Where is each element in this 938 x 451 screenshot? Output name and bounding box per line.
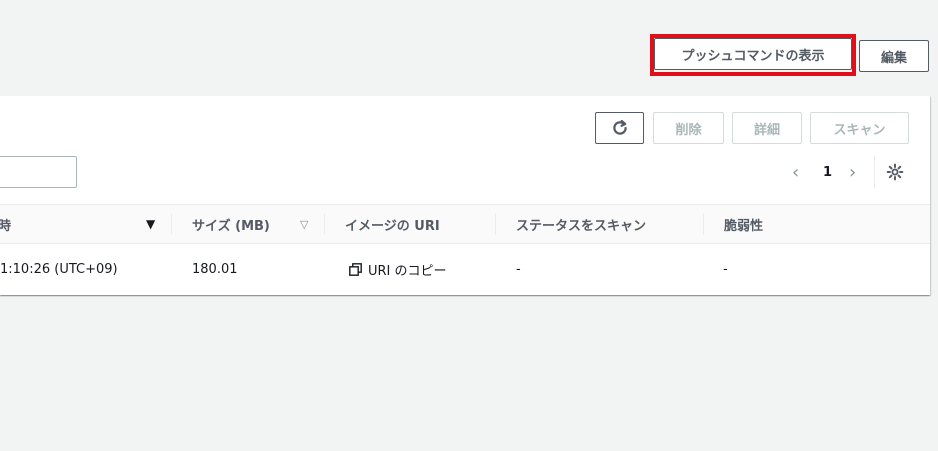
table-row: 1:10:26 (UTC+09) 180.01 URI のコピー - - [0,244,930,295]
delete-button[interactable]: 削除 [653,112,724,144]
edit-button[interactable]: 編集 [859,40,929,72]
pagination-divider [874,156,875,188]
column-divider [171,214,172,235]
cell-pushed-at: 1:10:26 (UTC+09) [0,262,118,277]
column-divider [324,214,325,235]
cell-size: 180.01 [192,262,238,277]
cell-image-uri: URI のコピー [349,244,447,295]
highlight-frame [650,34,856,76]
details-button[interactable]: 詳細 [732,112,802,144]
cell-vulnerabilities: - [723,262,728,277]
refresh-button[interactable] [595,112,644,144]
column-vulnerabilities[interactable]: 脆弱性 [724,205,763,243]
sort-icon[interactable]: ▽ [300,205,308,243]
scan-button[interactable]: スキャン [810,112,909,144]
images-panel: 削除 詳細 スキャン ‹ 1 › 時 ▼ サイズ (MB) ▽ イメージの UR… [0,96,930,295]
copy-icon [349,263,362,276]
copy-uri-link[interactable]: URI のコピー [349,260,447,279]
chevron-left-icon[interactable]: ‹ [792,162,799,183]
column-divider [703,214,704,235]
search-input[interactable] [0,156,77,188]
column-divider [495,214,496,235]
table-header: 時 ▼ サイズ (MB) ▽ イメージの URI ステータスをスキャン 脆弱性 [0,204,930,244]
sort-desc-icon[interactable]: ▼ [146,205,155,243]
cell-scan-status: - [516,262,521,277]
column-size[interactable]: サイズ (MB) [192,205,270,243]
pagination: ‹ [792,158,799,186]
gear-icon[interactable] [886,163,904,181]
chevron-right-icon[interactable]: › [849,162,856,183]
page-number[interactable]: 1 [823,165,832,180]
column-image-uri[interactable]: イメージの URI [345,205,440,243]
refresh-icon [612,119,627,135]
column-scan-status[interactable]: ステータスをスキャン [516,205,646,243]
column-pushed-at[interactable]: 時 [0,205,11,243]
